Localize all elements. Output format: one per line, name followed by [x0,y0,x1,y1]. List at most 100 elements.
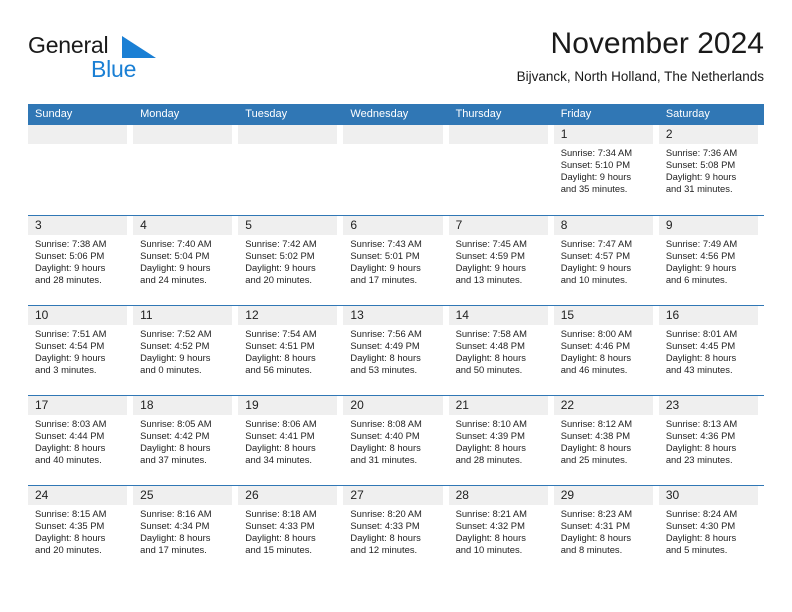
day-cell-inner [343,125,443,214]
day-cell-inner [28,125,128,214]
day-cell[interactable]: 17 Sunrise: 8:03 AM Sunset: 4:44 PM Dayligh… [28,396,133,485]
day-sun-info: Sunrise: 7:47 AM Sunset: 4:57 PM Daylight:… [554,235,653,286]
day-cell[interactable]: 4 Sunrise: 7:40 AM Sunset: 5:04 PM Daylight… [133,216,238,305]
daylight-text-line1: Daylight: 9 hours [140,261,211,273]
day-cell[interactable]: 2 Sunrise: 7:36 AM Sunset: 5:08 PM Daylight… [658,125,764,214]
day-cell[interactable]: 13 Sunrise: 7:56 AM Sunset: 4:49 PM Dayligh… [343,306,448,395]
day-cell[interactable]: 28 Sunrise: 8:21 AM Sunset: 4:32 PM Dayligh… [448,486,554,575]
day-number: 22 [553,396,653,415]
day-sun-info: Sunrise: 8:21 AM Sunset: 4:32 PM Daylight:… [449,505,548,556]
day-cell[interactable]: 20 Sunrise: 8:08 AM Sunset: 4:40 PM Dayligh… [343,396,448,485]
sunset-text: Sunset: 4:33 PM [245,519,315,531]
day-number: 28 [448,486,548,505]
day-cell[interactable]: 6 Sunrise: 7:43 AM Sunset: 5:01 PM Daylight… [343,216,448,305]
day-number: 19 [238,396,338,415]
sunset-text: Sunset: 4:42 PM [140,429,210,441]
logo-triangle-icon [122,36,156,58]
day-sun-info: Sunrise: 8:18 AM Sunset: 4:33 PM Daylight:… [238,505,337,556]
day-cell[interactable]: 30 Sunrise: 8:24 AM Sunset: 4:30 PM Dayligh… [658,486,764,575]
day-cell[interactable]: 14 Sunrise: 7:58 AM Sunset: 4:48 PM Dayligh… [448,306,554,395]
daylight-text-line2: and 35 minutes. [560,182,628,194]
sunset-text: Sunset: 4:57 PM [560,249,631,261]
day-cell-inner: 13 Sunrise: 7:56 AM Sunset: 4:49 PM Dayligh… [343,306,443,395]
daylight-text-line2: and 50 minutes. [455,363,523,375]
sunrise-text: Sunrise: 8:18 AM [245,508,317,519]
day-number: 3 [28,216,128,235]
daylight-text-line1: Daylight: 8 hours [455,531,526,543]
daylight-text-line1: Daylight: 8 hours [350,531,421,543]
day-number: 10 [28,306,128,325]
day-sun-info: Sunrise: 8:13 AM Sunset: 4:36 PM Daylight:… [659,415,758,466]
day-cell[interactable]: 27 Sunrise: 8:20 AM Sunset: 4:33 PM Dayligh… [343,486,448,575]
daylight-text-line2: and 6 minutes. [665,273,728,285]
day-number [133,125,233,144]
calendar-page: General Blue November 2024 Bijvanck, Nor… [0,0,792,612]
daylight-text-line1: Daylight: 9 hours [455,261,526,273]
day-cell[interactable]: 3 Sunrise: 7:38 AM Sunset: 5:06 PM Daylight… [28,216,133,305]
day-cell-inner: 18 Sunrise: 8:05 AM Sunset: 4:42 PM Dayligh… [133,396,233,485]
daylight-text-line2: and 25 minutes. [560,453,628,465]
sunrise-text: Sunrise: 8:24 AM [665,508,738,519]
day-cell[interactable]: 5 Sunrise: 7:42 AM Sunset: 5:02 PM Daylight… [238,216,343,305]
day-sun-info: Sunrise: 7:52 AM Sunset: 4:52 PM Daylight:… [133,325,232,376]
sunset-text: Sunset: 4:59 PM [455,249,525,261]
sunset-text: Sunset: 5:02 PM [245,249,315,261]
day-cell[interactable]: 8 Sunrise: 7:47 AM Sunset: 4:57 PM Daylight… [553,216,659,305]
weekday-header-saturday: Saturday [665,108,710,120]
sunset-text: Sunset: 4:45 PM [665,339,736,351]
day-cell[interactable]: 18 Sunrise: 8:05 AM Sunset: 4:42 PM Dayligh… [133,396,238,485]
general-blue-logo: General Blue [28,32,228,88]
sunrise-text: Sunrise: 8:15 AM [35,508,107,519]
calendar-week-row: 3 Sunrise: 7:38 AM Sunset: 5:06 PM Daylight… [28,215,764,305]
day-cell-inner: 7 Sunrise: 7:45 AM Sunset: 4:59 PM Daylight… [448,216,548,305]
day-cell-inner: 12 Sunrise: 7:54 AM Sunset: 4:51 PM Dayligh… [238,306,338,395]
day-cell[interactable]: 26 Sunrise: 8:18 AM Sunset: 4:33 PM Dayligh… [238,486,343,575]
day-cell[interactable]: 11 Sunrise: 7:52 AM Sunset: 4:52 PM Dayligh… [133,306,238,395]
day-number: 20 [343,396,443,415]
day-cell[interactable]: 19 Sunrise: 8:06 AM Sunset: 4:41 PM Dayligh… [238,396,343,485]
day-sun-info: Sunrise: 8:08 AM Sunset: 4:40 PM Daylight:… [343,415,442,466]
daylight-text-line2: and 0 minutes. [140,363,202,375]
sunset-text: Sunset: 4:34 PM [140,519,210,531]
daylight-text-line2: and 12 minutes. [350,543,418,555]
day-cell[interactable]: 12 Sunrise: 7:54 AM Sunset: 4:51 PM Dayligh… [238,306,343,395]
day-number: 6 [343,216,443,235]
day-cell[interactable]: 21 Sunrise: 8:10 AM Sunset: 4:39 PM Dayligh… [448,396,554,485]
day-cell[interactable]: 15 Sunrise: 8:00 AM Sunset: 4:46 PM Dayligh… [553,306,659,395]
day-cell[interactable]: 7 Sunrise: 7:45 AM Sunset: 4:59 PM Daylight… [448,216,554,305]
daylight-text-line2: and 37 minutes. [140,453,207,465]
day-number: 26 [238,486,338,505]
day-cell[interactable]: 23 Sunrise: 8:13 AM Sunset: 4:36 PM Dayligh… [658,396,764,485]
day-cell-inner: 26 Sunrise: 8:18 AM Sunset: 4:33 PM Dayligh… [238,486,338,575]
day-cell[interactable]: 22 Sunrise: 8:12 AM Sunset: 4:38 PM Dayligh… [553,396,659,485]
sunrise-text: Sunrise: 8:12 AM [560,418,633,429]
day-cell[interactable]: 10 Sunrise: 7:51 AM Sunset: 4:54 PM Dayligh… [28,306,133,395]
sunrise-text: Sunrise: 7:43 AM [350,238,422,249]
daylight-text-line1: Daylight: 8 hours [245,351,316,363]
daylight-text-line1: Daylight: 8 hours [665,351,737,363]
day-number: 4 [133,216,233,235]
day-number: 27 [343,486,443,505]
sunrise-text: Sunrise: 7:38 AM [35,238,107,249]
day-cell[interactable]: 16 Sunrise: 8:01 AM Sunset: 4:45 PM Dayligh… [658,306,764,395]
daylight-text-line2: and 43 minutes. [665,363,733,375]
day-cell[interactable]: 1 Sunrise: 7:34 AM Sunset: 5:10 PM Daylight… [553,125,659,214]
daylight-text-line2: and 17 minutes. [350,273,418,285]
day-cell[interactable]: 24 Sunrise: 8:15 AM Sunset: 4:35 PM Dayligh… [28,486,133,575]
sunset-text: Sunset: 4:32 PM [455,519,525,531]
day-number: 16 [658,306,758,325]
day-cell-inner: 25 Sunrise: 8:16 AM Sunset: 4:34 PM Dayligh… [133,486,233,575]
daylight-text-line1: Daylight: 8 hours [140,531,211,543]
sunset-text: Sunset: 4:41 PM [245,429,315,441]
page-title: November 2024 [550,27,764,60]
day-cell-inner: 1 Sunrise: 7:34 AM Sunset: 5:10 PM Daylight… [553,125,653,214]
day-cell[interactable]: 25 Sunrise: 8:16 AM Sunset: 4:34 PM Dayligh… [133,486,238,575]
day-number: 29 [553,486,653,505]
day-cell[interactable]: 29 Sunrise: 8:23 AM Sunset: 4:31 PM Dayligh… [553,486,659,575]
day-sun-info: Sunrise: 7:54 AM Sunset: 4:51 PM Daylight:… [238,325,337,376]
day-sun-info: Sunrise: 7:36 AM Sunset: 5:08 PM Daylight:… [659,144,758,195]
daylight-text-line1: Daylight: 8 hours [560,441,632,453]
sunrise-text: Sunrise: 8:16 AM [140,508,212,519]
day-cell[interactable]: 9 Sunrise: 7:49 AM Sunset: 4:56 PM Daylight… [658,216,764,305]
daylight-text-line2: and 31 minutes. [350,453,418,465]
